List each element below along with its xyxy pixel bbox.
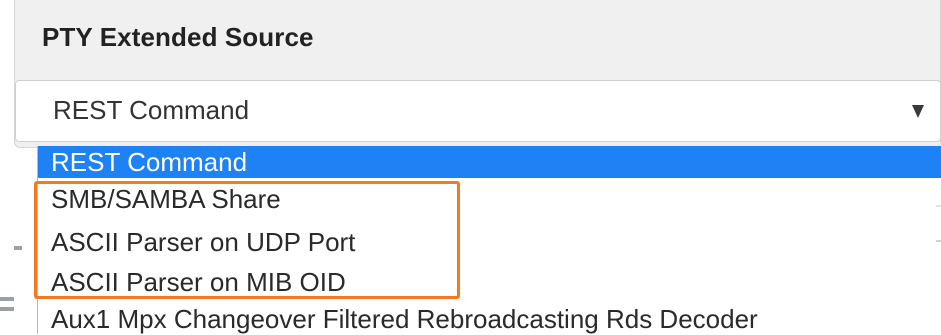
panel-title: PTY Extended Source: [42, 22, 314, 52]
background-fragment: [936, 205, 941, 207]
dropdown-option-ascii-parser-mib[interactable]: ASCII Parser on MIB OID: [38, 266, 941, 298]
background-fragment: [0, 307, 14, 311]
dropdown-option-rest-command[interactable]: REST Command: [38, 146, 941, 178]
dropdown-option-smb-samba-share[interactable]: SMB/SAMBA Share: [38, 183, 941, 215]
select-current-value: REST Command: [53, 95, 250, 125]
background-fragment: [14, 246, 22, 250]
dropdown-option-aux1-mpx-changeover[interactable]: Aux1 Mpx Changeover Filtered Rebroadcast…: [38, 303, 941, 335]
dropdown-list: REST Command SMB/SAMBA Share ASCII Parse…: [37, 146, 941, 334]
background-fragment: [936, 240, 941, 242]
background-fragment: [0, 297, 14, 301]
caret-down-icon: [912, 105, 924, 118]
dropdown-option-ascii-parser-udp[interactable]: ASCII Parser on UDP Port: [38, 226, 941, 258]
pty-source-select[interactable]: REST Command: [15, 80, 941, 142]
